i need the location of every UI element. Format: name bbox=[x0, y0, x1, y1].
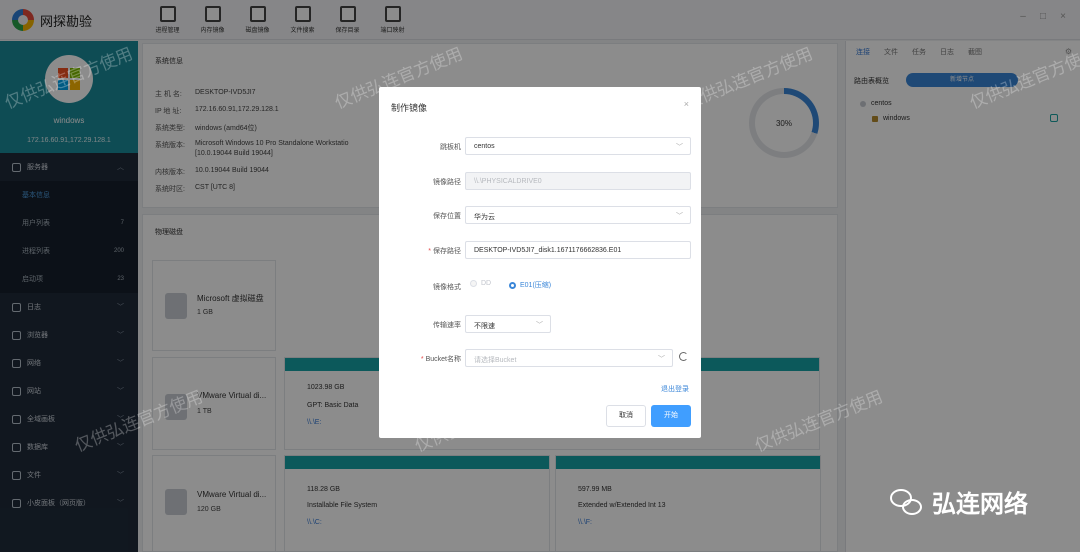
save-location-label: 保存位置 bbox=[433, 213, 461, 220]
transfer-speed-label: 传输速率 bbox=[433, 322, 461, 329]
brand-mark: 弘连网络 bbox=[890, 484, 1028, 519]
image-format-label: 镜像格式 bbox=[433, 284, 461, 291]
wechat-icon bbox=[890, 487, 924, 517]
bucket-select[interactable]: 请选择Bucket ﹀ bbox=[465, 349, 673, 367]
save-path-input[interactable]: DESKTOP-IVD5JI7_disk1.1671176662836.E01 bbox=[465, 241, 691, 259]
refresh-icon[interactable] bbox=[679, 352, 688, 361]
logout-link[interactable]: 退出登录 bbox=[661, 384, 689, 394]
chevron-down-icon: ﹀ bbox=[658, 356, 665, 363]
image-path-row: 镜像路径 \\.\PHYSICALDRIVE0 bbox=[379, 172, 701, 190]
format-radio-e01[interactable]: E01(压缩) bbox=[509, 280, 551, 290]
close-icon[interactable]: × bbox=[684, 99, 689, 109]
chevron-down-icon: ﹀ bbox=[676, 213, 683, 220]
bucket-row: * Bucket名称 请选择Bucket ﹀ bbox=[379, 349, 701, 367]
dialog-title: 制作镜像 bbox=[391, 103, 428, 113]
save-location-select[interactable]: 华为云 ﹀ bbox=[465, 206, 691, 224]
transfer-speed-select[interactable]: 不限速 ﹀ bbox=[465, 315, 551, 333]
save-path-row: * 保存路径 DESKTOP-IVD5JI7_disk1.167117666283… bbox=[379, 241, 701, 259]
springboard-row: 跳板机 centos ﹀ bbox=[379, 137, 701, 155]
format-radio-dd[interactable]: DD bbox=[470, 280, 491, 287]
image-path-label: 镜像路径 bbox=[433, 179, 461, 186]
image-format-row: 镜像格式 DD E01(压缩) bbox=[379, 277, 701, 295]
make-image-dialog: 制作镜像 × 跳板机 centos ﹀ 镜像路径 \\.\PHYSICALDRIV… bbox=[379, 87, 701, 438]
chevron-down-icon: ﹀ bbox=[676, 144, 683, 151]
springboard-select[interactable]: centos ﹀ bbox=[465, 137, 691, 155]
save-path-label: * 保存路径 bbox=[428, 248, 461, 255]
cancel-button[interactable]: 取消 bbox=[606, 405, 646, 427]
image-path-input: \\.\PHYSICALDRIVE0 bbox=[465, 172, 691, 190]
transfer-speed-row: 传输速率 不限速 ﹀ bbox=[379, 315, 701, 333]
save-location-row: 保存位置 华为云 ﹀ bbox=[379, 206, 701, 224]
bucket-label: * Bucket名称 bbox=[420, 356, 461, 363]
brand-name: 弘连网络 bbox=[932, 491, 1028, 518]
chevron-down-icon: ﹀ bbox=[536, 322, 543, 329]
start-button[interactable]: 开始 bbox=[651, 405, 691, 427]
springboard-label: 跳板机 bbox=[440, 144, 461, 151]
